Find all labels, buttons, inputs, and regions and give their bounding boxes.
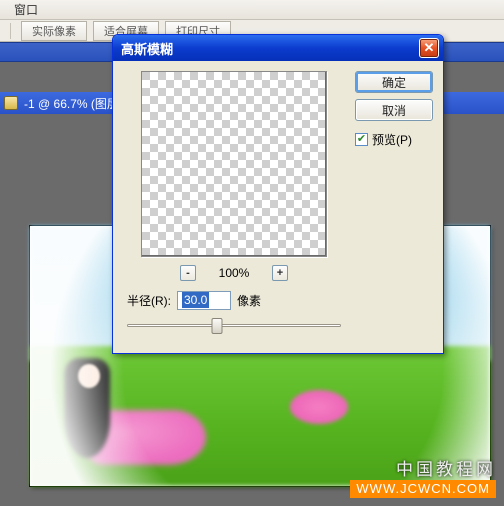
close-button[interactable]: ✕ (419, 38, 439, 58)
slider-track (127, 324, 341, 327)
zoom-in-button[interactable]: + (272, 265, 288, 281)
watermark-url: WWW.JCWCN.COM (350, 480, 496, 498)
preview-checkbox-label: 预览(P) (372, 131, 412, 148)
preview-checkbox[interactable]: ✔ (355, 133, 368, 146)
close-icon: ✕ (424, 40, 435, 56)
actual-pixels-button[interactable]: 实际像素 (21, 21, 87, 41)
watermark: 中国教程网 WWW.JCWCN.COM (350, 461, 496, 498)
zoom-percent: 100% (214, 266, 254, 280)
face-shape (78, 364, 100, 388)
zoom-out-button[interactable]: - (180, 265, 196, 281)
slider-thumb[interactable] (211, 318, 222, 334)
radius-label: 半径(R): (127, 292, 171, 309)
preview-area[interactable] (141, 71, 327, 257)
menubar: 窗口 (0, 0, 504, 20)
radius-input[interactable]: 30.0 (177, 291, 231, 310)
menu-window[interactable]: 窗口 (6, 0, 46, 20)
flower-shape (290, 390, 348, 424)
radius-unit: 像素 (237, 292, 261, 309)
girl-figure (64, 358, 204, 468)
document-title: -1 @ 66.7% (图层 (24, 95, 119, 112)
radius-slider[interactable] (127, 318, 341, 334)
document-icon (4, 96, 18, 110)
gaussian-blur-dialog: 高斯模糊 ✕ - 100% + 半径(R): 30.0 像素 确定 取消 (112, 34, 444, 354)
watermark-cn: 中国教程网 (350, 461, 496, 480)
ok-button[interactable]: 确定 (355, 71, 433, 93)
dialog-titlebar[interactable]: 高斯模糊 ✕ (113, 35, 443, 61)
dialog-title: 高斯模糊 (121, 39, 419, 58)
preview-checkbox-row[interactable]: ✔ 预览(P) (355, 131, 433, 148)
cancel-button[interactable]: 取消 (355, 99, 433, 121)
